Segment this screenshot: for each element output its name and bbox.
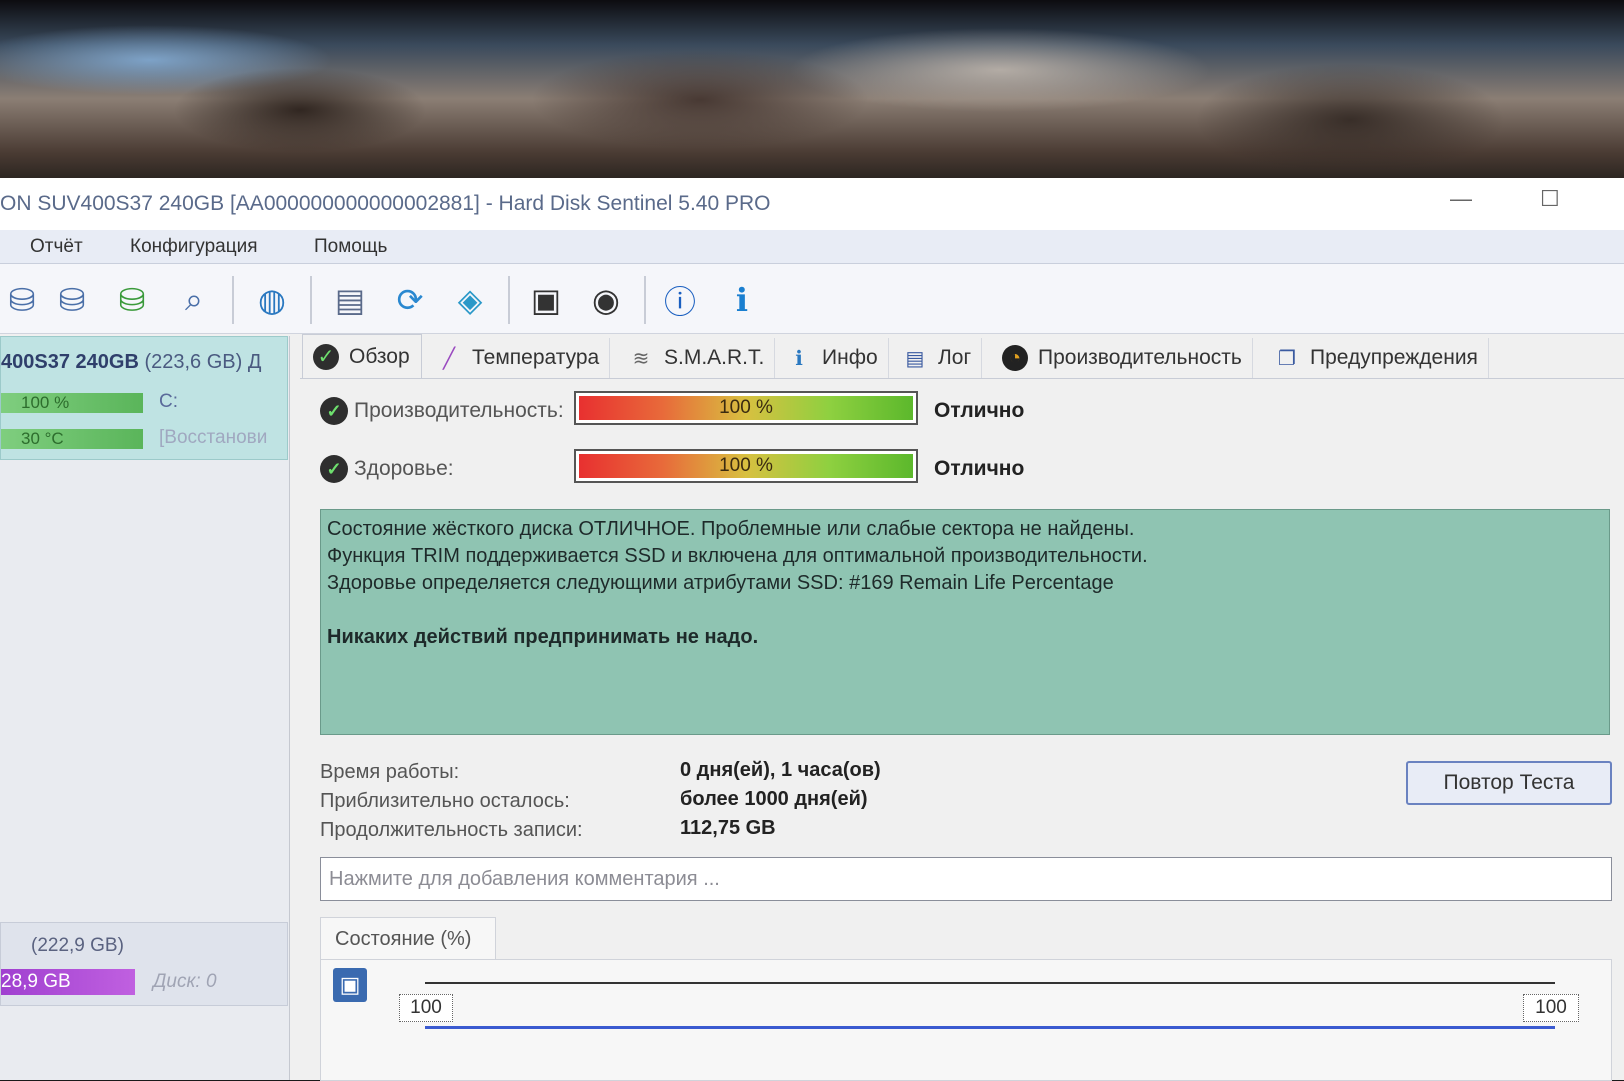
disk-drive-letter: C:: [159, 391, 178, 412]
health-label: Здоровье:: [354, 457, 454, 480]
disk-name-line: 400S37 240GB (223,6 GB) Д: [1, 351, 261, 374]
tab-overview[interactable]: ✓ Обзор: [302, 334, 422, 378]
performance-value: 100 %: [719, 397, 773, 418]
chart-start-value: 100: [399, 994, 453, 1022]
disk-scan-icon[interactable]: ⌕: [172, 278, 216, 322]
tab-label: Лог: [938, 346, 972, 369]
status-chart-area: ▣ 100 100: [320, 959, 1612, 1081]
window-title: ON SUV400S37 240GB [AA000000000000002881…: [0, 192, 771, 215]
tab-warnings[interactable]: ❐ Предупреждения: [1264, 338, 1489, 378]
performance-status: Отлично: [934, 399, 1025, 422]
tab-label: S.M.A.R.T.: [664, 346, 765, 369]
disk-check-icon[interactable]: ⛁: [110, 278, 154, 322]
written-label: Продолжительность записи:: [320, 819, 583, 841]
performance-bar-fill: 100 %: [579, 396, 913, 420]
refresh-icon[interactable]: ⟳: [388, 278, 432, 322]
thermometer-icon: ╱: [442, 347, 456, 370]
performance-ok-icon: ✓: [320, 397, 348, 425]
menu-configuration[interactable]: Конфигурация: [130, 236, 258, 258]
minimize-button[interactable]: —: [1450, 186, 1472, 212]
health-bar-fill: 100 %: [579, 454, 913, 478]
title-bar: ON SUV400S37 240GB [AA000000000000002881…: [0, 178, 1624, 230]
menu-bar: Отчёт Конфигурация Помощь: [0, 230, 1624, 264]
toolbar: ⛁ ⛁ ⛁ ⌕ ◍ ▤ ⟳ ◈ ▣ ◉ ⓘ ℹ: [0, 264, 1624, 334]
network-icon[interactable]: ◈: [448, 278, 492, 322]
disk-temp-bar: 30 °C: [1, 429, 143, 449]
app-window: ON SUV400S37 240GB [AA000000000000002881…: [0, 178, 1624, 1081]
message-line: Функция TRIM поддерживается SSD и включе…: [327, 545, 1148, 567]
written-value: 112,75 GB: [680, 817, 776, 839]
toolbar-separator: [508, 276, 510, 324]
message-recommendation: Никаких действий предпринимать не надо.: [327, 626, 759, 648]
log-icon: ▤: [905, 347, 925, 370]
uptime-label: Время работы:: [320, 761, 460, 783]
disk-health-bar: 100 %: [1, 393, 143, 413]
tab-label: Обзор: [349, 344, 410, 368]
status-message-box: Состояние жёсткого диска ОТЛИЧНОЕ. Пробл…: [320, 509, 1610, 735]
retest-button[interactable]: Повтор Теста: [1406, 761, 1612, 805]
tab-label: Температура: [472, 346, 600, 369]
health-value: 100 %: [719, 455, 773, 476]
tab-label: Инфо: [822, 346, 878, 369]
tab-label: Предупреждения: [1310, 346, 1478, 369]
uptime-value: 0 дня(ей), 1 часа(ов): [680, 759, 881, 781]
globe-icon[interactable]: ◍: [250, 278, 294, 322]
toolbar-separator: [644, 276, 646, 324]
chart-top-line: [425, 982, 1555, 984]
info-icon[interactable]: ℹ: [720, 278, 764, 322]
help-icon[interactable]: ⓘ: [658, 278, 702, 322]
status-chart-tab[interactable]: Состояние (%): [320, 917, 496, 959]
disk-test-icon[interactable]: ⛁: [0, 278, 44, 322]
toolbar-separator: [310, 276, 312, 324]
monitor-icon[interactable]: ▣: [524, 278, 568, 322]
info-icon: ℹ: [795, 347, 803, 370]
disk-list-panel: 400S37 240GB (223,6 GB) Д 100 % C: 30 °C…: [0, 336, 290, 1080]
tab-temperature[interactable]: ╱ Температура: [426, 338, 611, 378]
toolbar-separator: [232, 276, 234, 324]
chart-series-line: [425, 1026, 1555, 1029]
disk-name: 400S37 240GB: [1, 351, 139, 373]
volume-size: (222,9 GB): [31, 935, 124, 956]
health-bar: 100 %: [574, 449, 918, 483]
tab-bar: ✓ Обзор ╱ Температура ≋ S.M.A.R.T. ℹ Инф…: [302, 334, 1624, 378]
desktop-wallpaper: [0, 0, 1624, 180]
report-icon[interactable]: ▤: [328, 278, 372, 322]
health-status: Отлично: [934, 457, 1025, 480]
performance-label: Производительность:: [354, 399, 564, 422]
menu-help[interactable]: Помощь: [314, 236, 387, 258]
comment-input[interactable]: Нажмите для добавления комментария ...: [320, 857, 1612, 901]
sound-icon[interactable]: ◉: [584, 278, 628, 322]
message-line: Состояние жёсткого диска ОТЛИЧНОЕ. Пробл…: [327, 518, 1135, 540]
check-icon: ✓: [313, 343, 339, 370]
volume-disk-label: Диск: 0: [153, 971, 217, 992]
disk-item[interactable]: 400S37 240GB (223,6 GB) Д 100 % C: 30 °C…: [0, 336, 288, 460]
volume-item[interactable]: (222,9 GB) 28,9 GB Диск: 0: [0, 922, 288, 1006]
maximize-button[interactable]: ☐: [1540, 186, 1560, 212]
disk-restore-label: [Восстанови: [159, 427, 268, 448]
disk-size: (223,6 GB): [144, 351, 243, 373]
disk-icon[interactable]: ⛁: [50, 278, 94, 322]
performance-bar: 100 %: [574, 391, 918, 425]
tab-performance[interactable]: ◔ Производительность: [992, 338, 1253, 378]
volume-free-bar: 28,9 GB: [1, 969, 135, 995]
tab-info[interactable]: ℹ Инфо: [776, 338, 889, 378]
menu-report[interactable]: Отчёт: [30, 236, 83, 258]
warnings-icon: ❐: [1278, 347, 1296, 370]
remaining-value: более 1000 дня(ей): [680, 788, 868, 810]
smart-icon: ≋: [632, 347, 650, 370]
tab-log[interactable]: ▤ Лог: [892, 338, 983, 378]
overview-panel: ✓ Производительность: 100 % Отлично ✓ Зд…: [300, 378, 1624, 1081]
health-ok-icon: ✓: [320, 455, 348, 483]
tab-label: Производительность: [1038, 346, 1242, 369]
tab-smart[interactable]: ≋ S.M.A.R.T.: [618, 338, 776, 378]
message-line: Здоровье определяется следующими атрибут…: [327, 572, 1114, 594]
save-icon[interactable]: ▣: [333, 968, 367, 1002]
performance-icon: ◔: [1002, 345, 1028, 371]
remaining-label: Приблизительно осталось:: [320, 790, 570, 812]
chart-end-value: 100: [1523, 994, 1579, 1022]
disk-suffix: Д: [247, 351, 262, 373]
